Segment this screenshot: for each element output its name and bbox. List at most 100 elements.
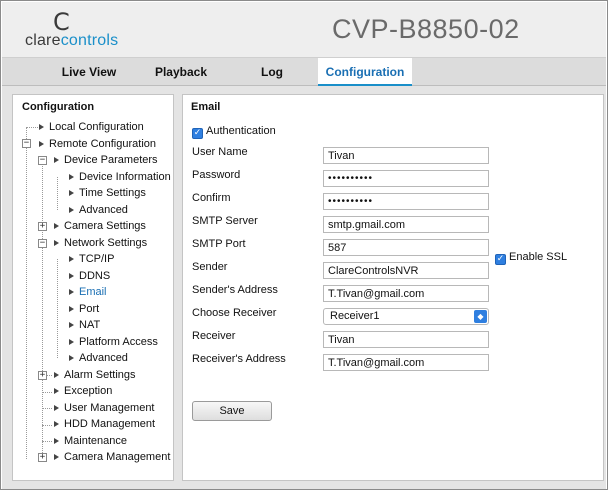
tree-line — [42, 392, 52, 393]
smtp-server-input[interactable] — [323, 216, 489, 233]
smtp-port-input[interactable] — [323, 239, 489, 256]
triangle-right-icon — [69, 174, 74, 180]
smtp-port-label: SMTP Port — [192, 238, 246, 250]
sidebar-item-maintenance[interactable]: Maintenance — [54, 433, 127, 449]
confirm-label: Confirm — [192, 192, 231, 204]
checkmark-icon: ✓ — [495, 254, 506, 265]
sidebar-item-network-advanced[interactable]: Advanced — [69, 350, 128, 366]
triangle-right-icon — [54, 157, 59, 163]
expand-toggle-camera-settings[interactable]: + — [38, 222, 47, 231]
sidebar-item-device-information[interactable]: Device Information — [69, 169, 171, 185]
logo-text: clarecontrols — [25, 32, 118, 50]
sidebar-item-time-settings[interactable]: Time Settings — [69, 185, 146, 201]
collapse-toggle-network-settings[interactable]: − — [38, 239, 47, 248]
authentication-label: Authentication — [206, 125, 276, 137]
sidebar-item-hdd-management[interactable]: HDD Management — [54, 416, 155, 432]
user-name-input[interactable] — [323, 147, 489, 164]
triangle-right-icon — [54, 405, 59, 411]
triangle-right-icon — [39, 141, 44, 147]
sidebar-item-alarm-settings[interactable]: Alarm Settings — [54, 367, 136, 383]
sender-label: Sender — [192, 261, 228, 273]
receiver-input[interactable] — [323, 331, 489, 348]
authentication-checkbox[interactable]: ✓ Authentication — [192, 124, 276, 139]
senders-address-input[interactable] — [323, 285, 489, 302]
receiver-label: Receiver — [192, 330, 236, 342]
logo-text-clare: clare — [25, 32, 61, 49]
expand-toggle-alarm-settings[interactable]: + — [38, 371, 47, 380]
email-settings-panel: Email ✓Authentication User Name Password… — [182, 94, 604, 481]
choose-receiver-value: Receiver1 — [330, 310, 380, 322]
password-label: Password — [192, 169, 241, 181]
tree-line — [42, 425, 52, 426]
triangle-right-icon — [54, 388, 59, 394]
sidebar-item-local-configuration[interactable]: Local Configuration — [39, 119, 144, 135]
sidebar-item-camera-settings[interactable]: Camera Settings — [54, 218, 146, 234]
triangle-right-icon — [54, 372, 59, 378]
config-sidebar: Configuration − − + − + + Local Configur… — [12, 94, 174, 481]
choose-receiver-label: Choose Receiver — [192, 307, 277, 319]
sidebar-item-email[interactable]: Email — [69, 284, 107, 300]
triangle-right-icon — [69, 289, 74, 295]
triangle-right-icon — [54, 223, 59, 229]
sidebar-item-user-management[interactable]: User Management — [54, 400, 155, 416]
expand-toggle-camera-management[interactable]: + — [38, 453, 47, 462]
tab-log[interactable]: Log — [252, 58, 292, 86]
logo-mark: C — [53, 8, 70, 36]
logo: C clarecontrols — [25, 10, 145, 52]
sidebar-item-ddns[interactable]: DDNS — [69, 268, 110, 284]
tree-line — [57, 259, 58, 358]
panel-title: Email — [191, 101, 221, 113]
triangle-right-icon — [39, 124, 44, 130]
triangle-right-icon — [69, 190, 74, 196]
triangle-right-icon — [69, 322, 74, 328]
header: C clarecontrols CVP-B8850-02 — [2, 2, 606, 57]
checkmark-icon: ✓ — [192, 128, 203, 139]
receivers-address-input[interactable] — [323, 354, 489, 371]
tab-configuration[interactable]: Configuration — [318, 58, 412, 86]
senders-address-label: Sender's Address — [192, 284, 278, 296]
choose-receiver-select[interactable]: Receiver1 ◆ — [323, 308, 489, 325]
sidebar-item-remote-configuration[interactable]: Remote Configuration — [39, 136, 156, 152]
sidebar-item-advanced[interactable]: Advanced — [69, 202, 128, 218]
tree-line — [26, 127, 38, 128]
triangle-right-icon — [69, 207, 74, 213]
password-input[interactable]: •••••••••• — [323, 170, 489, 187]
triangle-right-icon — [69, 339, 74, 345]
collapse-toggle-remote-configuration[interactable]: − — [22, 139, 31, 148]
triangle-right-icon — [69, 355, 74, 361]
tab-live-view[interactable]: Live View — [52, 58, 126, 86]
enable-ssl-label: Enable SSL — [509, 251, 568, 263]
sidebar-item-device-parameters[interactable]: Device Parameters — [54, 152, 158, 168]
sidebar-item-camera-management[interactable]: Camera Management — [54, 449, 170, 465]
sender-input[interactable] — [323, 262, 489, 279]
tree-line — [26, 128, 27, 459]
receivers-address-label: Receiver's Address — [192, 353, 286, 365]
sidebar-item-exception[interactable]: Exception — [54, 383, 112, 399]
sidebar-item-tcp-ip[interactable]: TCP/IP — [69, 251, 114, 267]
sidebar-item-nat[interactable]: NAT — [69, 317, 100, 333]
sidebar-item-network-settings[interactable]: Network Settings — [54, 235, 147, 251]
app-window: C clarecontrols CVP-B8850-02 Live View P… — [0, 0, 608, 490]
tab-playback[interactable]: Playback — [145, 58, 217, 86]
sidebar-item-port[interactable]: Port — [69, 301, 99, 317]
enable-ssl-checkbox[interactable]: ✓ Enable SSL — [495, 250, 568, 265]
device-model-title: CVP-B8850-02 — [332, 14, 520, 44]
sidebar-item-platform-access[interactable]: Platform Access — [69, 334, 158, 350]
triangle-right-icon — [69, 273, 74, 279]
sidebar-title: Configuration — [22, 101, 95, 113]
tree-line — [57, 177, 58, 210]
confirm-password-input[interactable]: •••••••••• — [323, 193, 489, 210]
triangle-right-icon — [69, 306, 74, 312]
save-button[interactable]: Save — [192, 401, 272, 421]
main-nav: Live View Playback Log Configuration — [2, 57, 606, 86]
tree-line — [42, 441, 52, 442]
triangle-right-icon — [54, 454, 59, 460]
collapse-toggle-device-parameters[interactable]: − — [38, 156, 47, 165]
content-area: Configuration − − + − + + Local Configur… — [2, 86, 606, 489]
triangle-right-icon — [54, 240, 59, 246]
smtp-server-label: SMTP Server — [192, 215, 258, 227]
logo-text-controls: controls — [60, 32, 119, 49]
chevron-updown-icon: ◆ — [474, 310, 487, 323]
tree-line — [42, 161, 43, 459]
triangle-right-icon — [54, 438, 59, 444]
